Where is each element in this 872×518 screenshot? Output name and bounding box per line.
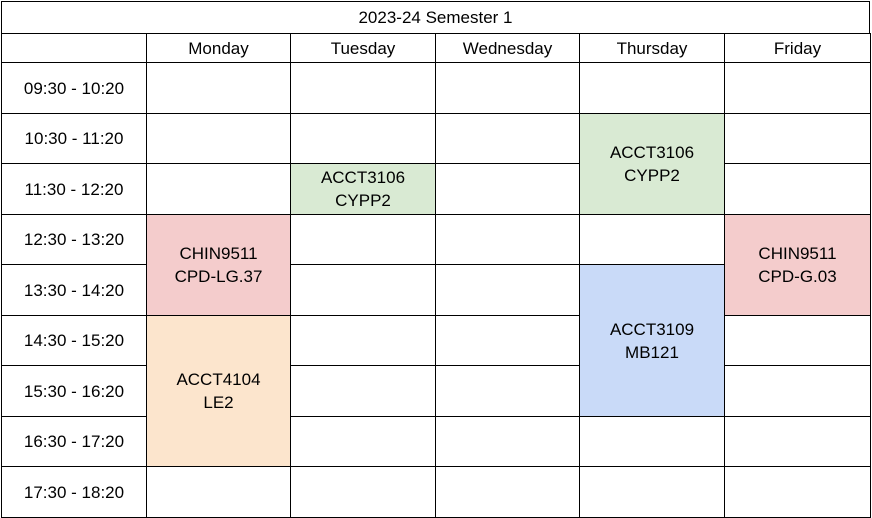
empty-slot bbox=[579, 466, 725, 518]
class-block: ACCT3106 CYPP2 bbox=[579, 113, 725, 215]
time-label: 15:30 - 16:20 bbox=[1, 365, 147, 417]
time-label: 11:30 - 12:20 bbox=[1, 163, 147, 215]
timetable-title: 2023-24 Semester 1 bbox=[1, 1, 870, 34]
empty-slot bbox=[146, 62, 291, 114]
empty-slot bbox=[290, 264, 436, 316]
course-code: CHIN9511 bbox=[758, 244, 837, 263]
course-code: ACCT4104 bbox=[176, 370, 261, 389]
empty-slot bbox=[724, 416, 871, 467]
course-code: ACCT3106 bbox=[320, 168, 406, 187]
time-label: 13:30 - 14:20 bbox=[1, 264, 147, 316]
course-code: ACCT3109 bbox=[609, 319, 695, 339]
empty-slot bbox=[724, 466, 871, 518]
time-label: 12:30 - 13:20 bbox=[1, 214, 147, 265]
empty-slot bbox=[579, 214, 725, 265]
empty-slot bbox=[724, 365, 871, 417]
empty-slot bbox=[579, 416, 725, 467]
day-header-tuesday: Tuesday bbox=[290, 33, 436, 63]
empty-slot bbox=[146, 113, 291, 164]
empty-slot bbox=[435, 416, 580, 467]
room-name: MB121 bbox=[625, 342, 679, 362]
header-corner bbox=[1, 33, 147, 63]
course-code: ACCT3106 bbox=[609, 143, 695, 162]
empty-slot bbox=[146, 466, 291, 518]
empty-slot bbox=[290, 62, 436, 114]
room-name: CYPP2 bbox=[624, 166, 680, 185]
day-header-monday: Monday bbox=[146, 33, 291, 63]
class-block: ACCT4104 LE2 bbox=[146, 315, 291, 467]
room-name: LE2 bbox=[203, 393, 234, 412]
day-header-wednesday: Wednesday bbox=[435, 33, 580, 63]
empty-slot bbox=[290, 315, 436, 366]
empty-slot bbox=[724, 62, 871, 114]
time-label: 16:30 - 17:20 bbox=[1, 416, 147, 467]
empty-slot bbox=[724, 113, 871, 164]
empty-slot bbox=[435, 365, 580, 417]
room-name: CPD-LG.37 bbox=[174, 267, 263, 286]
room-name: CYPP2 bbox=[335, 191, 391, 210]
room-name: CPD-G.03 bbox=[758, 267, 837, 286]
empty-slot bbox=[290, 113, 436, 164]
time-label: 09:30 - 10:20 bbox=[1, 62, 147, 114]
class-block: CHIN9511 CPD-LG.37 bbox=[146, 214, 291, 316]
empty-slot bbox=[435, 62, 580, 114]
empty-slot bbox=[146, 163, 291, 215]
time-label: 10:30 - 11:20 bbox=[1, 113, 147, 164]
empty-slot bbox=[290, 466, 436, 518]
empty-slot bbox=[579, 62, 725, 114]
empty-slot bbox=[290, 214, 436, 265]
class-block: CHIN9511 CPD-G.03 bbox=[724, 214, 871, 316]
empty-slot bbox=[724, 163, 871, 215]
empty-slot bbox=[724, 315, 871, 366]
class-block: ACCT3109 MB121 bbox=[579, 264, 725, 417]
empty-slot bbox=[435, 264, 580, 316]
day-header-friday: Friday bbox=[724, 33, 871, 63]
empty-slot bbox=[435, 113, 580, 164]
empty-slot bbox=[435, 315, 580, 366]
timetable-grid: 2023-24 Semester 1 Monday Tuesday Wednesda… bbox=[0, 0, 872, 518]
day-header-thursday: Thursday bbox=[579, 33, 725, 63]
empty-slot bbox=[435, 214, 580, 265]
time-label: 17:30 - 18:20 bbox=[1, 466, 147, 518]
empty-slot bbox=[435, 163, 580, 215]
empty-slot bbox=[290, 365, 436, 417]
empty-slot bbox=[290, 416, 436, 467]
class-block: ACCT3106 CYPP2 bbox=[290, 163, 436, 215]
time-label: 14:30 - 15:20 bbox=[1, 315, 147, 366]
course-code: CHIN9511 bbox=[179, 244, 258, 263]
empty-slot bbox=[435, 466, 580, 518]
